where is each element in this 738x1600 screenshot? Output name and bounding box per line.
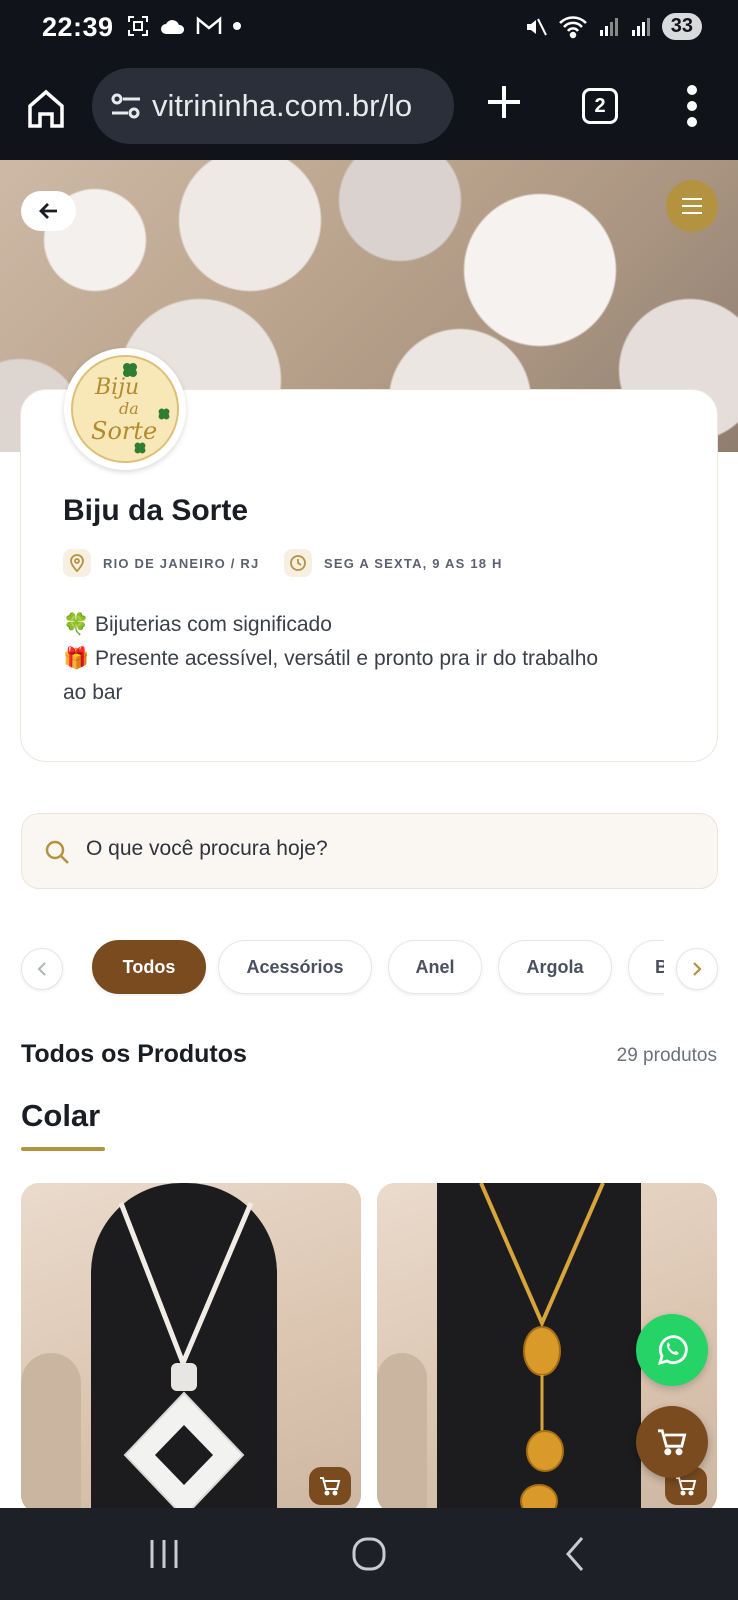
clover-icon [134,442,146,454]
category-chip-argola[interactable]: Argola [498,940,612,994]
mute-icon [526,18,547,35]
system-navigation-bar [0,1508,738,1600]
category-next-button[interactable] [676,948,718,990]
category-chip-acessorios[interactable]: Acessórios [218,940,372,994]
dot-icon [233,22,241,30]
address-bar[interactable]: vitrininha.com.br/lo [92,68,454,144]
category-chip-anel[interactable]: Anel [388,940,482,994]
cart-icon [676,1477,697,1496]
signal-icon [599,17,618,36]
hours-text: SEG A SEXTA, 9 AS 18 H [324,555,503,571]
chevron-left-icon [37,962,46,976]
wifi-icon [558,15,587,38]
category-underline [21,1147,105,1151]
map-pin-icon [70,554,84,572]
cart-icon [320,1477,341,1496]
back-nav-icon[interactable] [556,1534,596,1574]
category-carousel: Todos Acessórios Anel Argola B [0,936,738,996]
cart-button[interactable] [636,1406,708,1478]
signal-icon [631,17,650,36]
gmail-icon [196,16,222,34]
back-button[interactable] [21,191,76,231]
more-vert-icon[interactable] [684,84,700,128]
product-prop [377,1353,427,1513]
chevron-right-icon [693,962,702,976]
site-settings-icon[interactable] [110,92,142,120]
menu-button[interactable] [666,180,718,232]
whatsapp-icon [657,1335,688,1366]
home-nav-icon[interactable] [349,1534,389,1574]
battery-indicator: 33 [661,13,702,40]
category-heading: Colar [21,1098,101,1133]
status-time: 22:39 [42,12,114,42]
search-placeholder: O que você procura hoje? [86,837,328,860]
product-card[interactable] [21,1183,361,1513]
cloud-icon [161,20,185,34]
hamburger-icon [682,198,702,214]
category-prev-button[interactable] [21,948,63,990]
category-chip-todos[interactable]: Todos [92,940,206,994]
category-chip-b[interactable]: B [628,940,664,994]
arrow-left-icon [38,203,57,219]
products-section-title: Todos os Produtos [21,1040,247,1068]
whatsapp-button[interactable] [636,1314,708,1386]
search-icon [45,840,69,864]
recent-apps-icon[interactable] [144,1534,184,1574]
status-bar: 22:39 33 [0,0,738,56]
home-icon[interactable] [26,86,66,130]
clover-icon [158,408,170,420]
store-description: 🍀 Bijuterias com significado 🎁 Presente … [63,613,599,704]
store-location: RIO DE JANEIRO / RJ [63,549,259,577]
clock-icon [290,555,306,571]
browser-toolbar: vitrininha.com.br/lo 2 [0,56,738,160]
store-logo: Biju da Sorte [64,348,186,470]
location-text: RIO DE JANEIRO / RJ [103,555,260,571]
new-tab-icon[interactable] [484,82,524,122]
products-count: 29 produtos [616,1045,717,1066]
product-prop [21,1353,81,1513]
tabs-count-button[interactable]: 2 [582,88,618,124]
url-text[interactable]: vitrininha.com.br/lo [152,88,412,124]
add-to-cart-button[interactable] [309,1467,351,1505]
screenshot-icon [128,16,148,36]
search-input[interactable]: O que você procura hoje? [21,813,718,889]
store-hours: SEG A SEXTA, 9 AS 18 H [284,549,503,577]
necklace-image [479,1183,605,1513]
clover-icon [123,363,137,377]
necklace-image [118,1202,254,1513]
store-name: Biju da Sorte [63,494,249,527]
cart-icon [658,1429,687,1456]
